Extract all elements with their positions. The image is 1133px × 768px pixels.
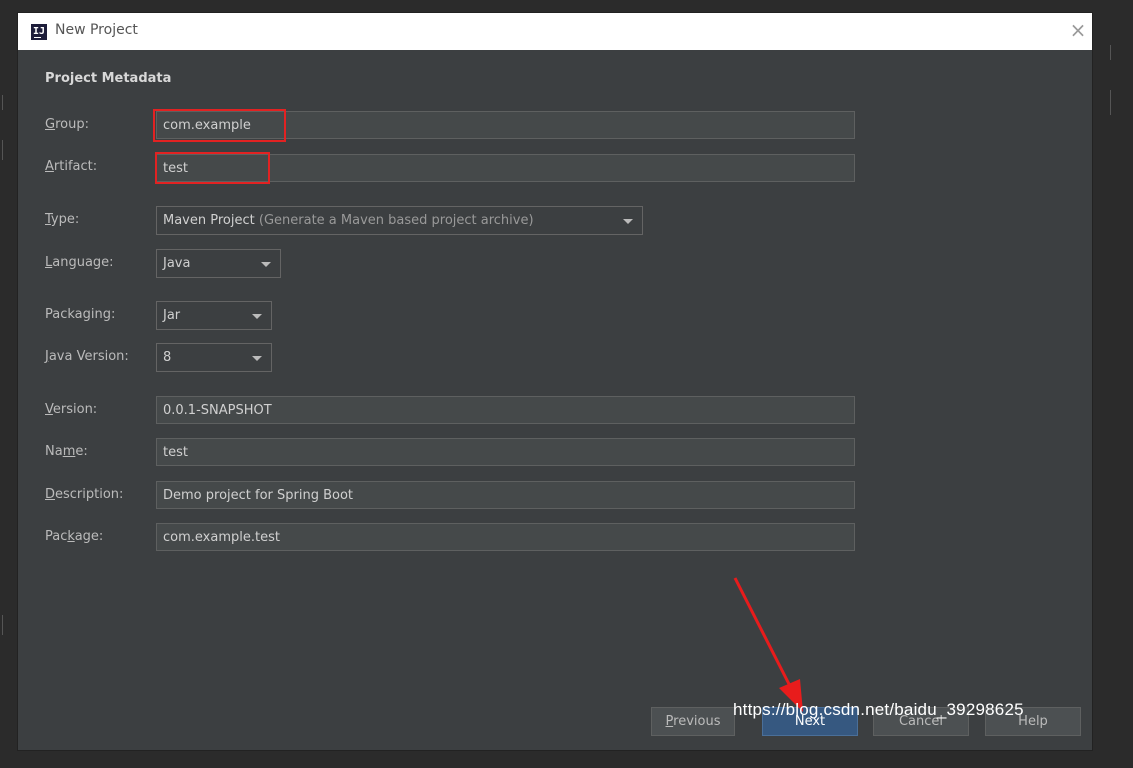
language-label: Language: xyxy=(45,255,114,270)
description-input[interactable]: Demo project for Spring Boot xyxy=(156,481,855,509)
dialog-title: New Project xyxy=(55,22,138,38)
artifact-highlight-box xyxy=(155,152,270,184)
background-mark xyxy=(1110,45,1111,60)
chevron-down-icon xyxy=(252,356,262,361)
type-label: Type: xyxy=(45,212,80,227)
language-value: Java xyxy=(163,256,191,271)
java-version-value: 8 xyxy=(163,350,172,365)
version-label: Version: xyxy=(45,402,98,417)
type-value: Maven Project xyxy=(163,213,255,228)
packaging-value: Jar xyxy=(163,308,181,323)
chevron-down-icon xyxy=(261,262,271,267)
background-mark xyxy=(2,615,3,635)
background-mark xyxy=(1110,90,1111,115)
packaging-label: Packaging: xyxy=(45,307,116,322)
java-version-label: Java Version: xyxy=(45,349,129,364)
chevron-down-icon xyxy=(623,219,633,224)
type-hint: (Generate a Maven based project archive) xyxy=(258,213,534,228)
package-input[interactable]: com.example.test xyxy=(156,523,855,551)
type-dropdown[interactable]: Maven Project (Generate a Maven based pr… xyxy=(156,206,643,235)
group-label: Group: xyxy=(45,117,89,132)
title-bar: IJ New Project × xyxy=(18,13,1092,50)
background-mark xyxy=(2,140,3,160)
description-label: Description: xyxy=(45,487,124,502)
java-version-dropdown[interactable]: 8 xyxy=(156,343,272,372)
version-input[interactable]: 0.0.1-SNAPSHOT xyxy=(156,396,855,424)
packaging-dropdown[interactable]: Jar xyxy=(156,301,272,330)
artifact-label: Artifact: xyxy=(45,159,98,174)
name-label: Name: xyxy=(45,444,88,459)
new-project-dialog: IJ New Project × Project Metadata Group:… xyxy=(18,13,1092,750)
section-title: Project Metadata xyxy=(45,71,172,86)
group-highlight-box xyxy=(153,109,286,142)
name-input[interactable]: test xyxy=(156,438,855,466)
chevron-down-icon xyxy=(252,314,262,319)
previous-button[interactable]: Previous xyxy=(651,707,735,736)
package-label: Package: xyxy=(45,529,104,544)
background-mark xyxy=(2,95,3,110)
intellij-icon: IJ xyxy=(31,24,47,40)
language-dropdown[interactable]: Java xyxy=(156,249,281,278)
close-icon[interactable]: × xyxy=(1068,19,1088,41)
watermark-text: https://blog.csdn.net/baidu_39298625 xyxy=(733,700,1024,719)
